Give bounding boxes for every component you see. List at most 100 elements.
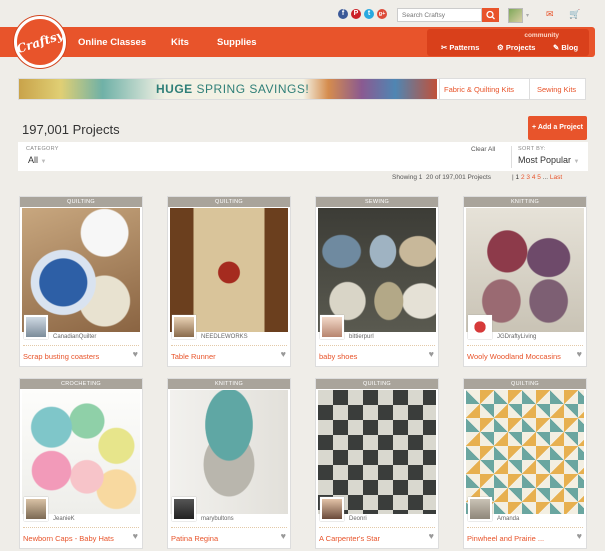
- banner-headline: HUGE SPRING SAVINGS!: [156, 82, 309, 96]
- craftsy-logo[interactable]: Craftsy: [14, 16, 66, 68]
- heart-icon[interactable]: ♥: [281, 531, 286, 541]
- heart-icon[interactable]: ♥: [577, 349, 582, 359]
- project-card[interactable]: QUILTING CanadianQuilter Scrap busting c…: [19, 196, 143, 367]
- user-avatar[interactable]: [468, 315, 492, 339]
- page-link-3[interactable]: 3: [526, 174, 530, 181]
- messages-icon[interactable]: ✉: [546, 9, 554, 20]
- pinterest-icon[interactable]: P: [351, 9, 361, 19]
- google-plus-icon[interactable]: g+: [377, 9, 387, 19]
- card-category: SEWING: [316, 197, 438, 207]
- project-photo[interactable]: [22, 390, 140, 514]
- user-avatar[interactable]: [468, 497, 492, 521]
- search-icon: [486, 10, 495, 20]
- showing-text: Showing 1: [392, 174, 423, 181]
- community-label: community: [524, 32, 559, 39]
- project-card[interactable]: KNITTING JGDraftyLiving Wooly Woodland M…: [463, 196, 587, 367]
- page-ellipsis: ...: [542, 174, 549, 181]
- card-title[interactable]: A Carpenter's Star: [319, 534, 423, 543]
- community-link-projects[interactable]: ⚙ Projects: [497, 43, 535, 52]
- card-divider: [467, 345, 583, 346]
- card-title[interactable]: Newborn Caps - Baby Hats: [23, 534, 127, 543]
- project-card[interactable]: QUILTING NEEDLEWORKS Table Runner ♥: [167, 196, 291, 367]
- project-card[interactable]: QUILTING Deonri A Carpenter's Star ♥: [315, 378, 439, 549]
- project-photo[interactable]: [22, 208, 140, 332]
- banner-link-sewing-kits[interactable]: Sewing Kits: [537, 85, 576, 94]
- chevron-down-icon[interactable]: ▾: [526, 12, 529, 19]
- heart-icon[interactable]: ♥: [281, 349, 286, 359]
- nav-online-classes[interactable]: Online Classes: [78, 37, 146, 48]
- project-photo[interactable]: [170, 208, 288, 332]
- card-title[interactable]: Wooly Woodland Moccasins: [467, 352, 571, 361]
- community-link-blog[interactable]: ✎ Blog: [553, 43, 578, 52]
- card-divider: [319, 527, 435, 528]
- project-card[interactable]: KNITTING marybultons Patina Regina ♥: [167, 378, 291, 549]
- card-title[interactable]: Table Runner: [171, 352, 275, 361]
- card-title[interactable]: Pinwheel and Prairie ...: [467, 534, 571, 543]
- card-divider: [319, 345, 435, 346]
- card-username[interactable]: Deonri: [349, 516, 367, 522]
- user-avatar[interactable]: [320, 497, 344, 521]
- search-input[interactable]: [397, 8, 482, 22]
- project-photo[interactable]: [318, 390, 436, 514]
- page-link-1[interactable]: 1: [516, 174, 520, 181]
- card-username[interactable]: Amanda: [497, 516, 519, 522]
- project-photo[interactable]: [466, 390, 584, 514]
- card-username[interactable]: JGDraftyLiving: [497, 334, 536, 340]
- page-link-5[interactable]: 5: [537, 174, 541, 181]
- project-photo[interactable]: [466, 208, 584, 332]
- clear-all-link[interactable]: Clear All: [471, 146, 495, 153]
- project-photo[interactable]: [170, 390, 288, 514]
- projects-label: Projects: [505, 43, 536, 52]
- nav-supplies[interactable]: Supplies: [217, 37, 257, 48]
- promo-banner[interactable]: HUGE SPRING SAVINGS! Fabric & Quilting K…: [18, 78, 586, 100]
- patterns-label: Patterns: [449, 43, 480, 52]
- category-select[interactable]: All ▼: [28, 155, 46, 165]
- card-username[interactable]: marybultons: [201, 516, 234, 522]
- user-avatar[interactable]: [172, 315, 196, 339]
- add-project-button[interactable]: + Add a Project: [528, 116, 587, 140]
- heart-icon[interactable]: ♥: [577, 531, 582, 541]
- heart-icon[interactable]: ♥: [429, 531, 434, 541]
- card-title[interactable]: Scrap busting coasters: [23, 352, 127, 361]
- card-title[interactable]: Patina Regina: [171, 534, 275, 543]
- user-avatar[interactable]: [24, 315, 48, 339]
- nav-kits[interactable]: Kits: [171, 37, 189, 48]
- card-username[interactable]: CanadianQuilter: [53, 334, 96, 340]
- chevron-down-icon: ▼: [573, 159, 580, 165]
- user-avatar[interactable]: [508, 8, 523, 23]
- cart-icon[interactable]: 🛒: [569, 9, 580, 20]
- community-menu: community ✂ Patterns ⚙ Projects ✎ Blog: [427, 29, 589, 56]
- page-link-4[interactable]: 4: [532, 174, 536, 181]
- card-username[interactable]: NEEDLEWORKS: [201, 334, 248, 340]
- card-category: QUILTING: [168, 197, 290, 207]
- card-username[interactable]: JeanieK: [53, 516, 75, 522]
- card-title[interactable]: baby shoes: [319, 352, 423, 361]
- category-value: All: [28, 155, 39, 165]
- search-button[interactable]: [482, 8, 499, 22]
- twitter-icon[interactable]: t: [364, 9, 374, 19]
- heart-icon[interactable]: ♥: [133, 349, 138, 359]
- filter-divider: [511, 146, 512, 168]
- logo-text: Craftsy: [14, 27, 66, 57]
- banner-link-fabric-kits[interactable]: Fabric & Quilting Kits: [444, 85, 514, 94]
- project-card[interactable]: QUILTING Amanda Pinwheel and Prairie ...…: [463, 378, 587, 549]
- sort-select[interactable]: Most Popular ▼: [518, 155, 580, 165]
- user-avatar[interactable]: [320, 315, 344, 339]
- chevron-down-icon: ▼: [40, 159, 47, 165]
- heart-icon[interactable]: ♥: [133, 531, 138, 541]
- card-username[interactable]: bittierpurl: [349, 334, 374, 340]
- projects-icon: ⚙: [497, 43, 504, 52]
- project-card[interactable]: CROCHETING JeanieK Newborn Caps - Baby H…: [19, 378, 143, 549]
- user-avatar[interactable]: [24, 497, 48, 521]
- community-link-patterns[interactable]: ✂ Patterns: [441, 43, 479, 52]
- project-card[interactable]: SEWING bittierpurl baby shoes ♥: [315, 196, 439, 367]
- heart-icon[interactable]: ♥: [429, 349, 434, 359]
- user-avatar[interactable]: [172, 497, 196, 521]
- banner-divider: [439, 79, 440, 99]
- page-link-last[interactable]: Last: [550, 174, 562, 181]
- page-link-2[interactable]: 2: [521, 174, 525, 181]
- sort-value: Most Popular: [518, 155, 572, 165]
- project-photo[interactable]: [318, 208, 436, 332]
- card-divider: [171, 345, 287, 346]
- facebook-icon[interactable]: f: [338, 9, 348, 19]
